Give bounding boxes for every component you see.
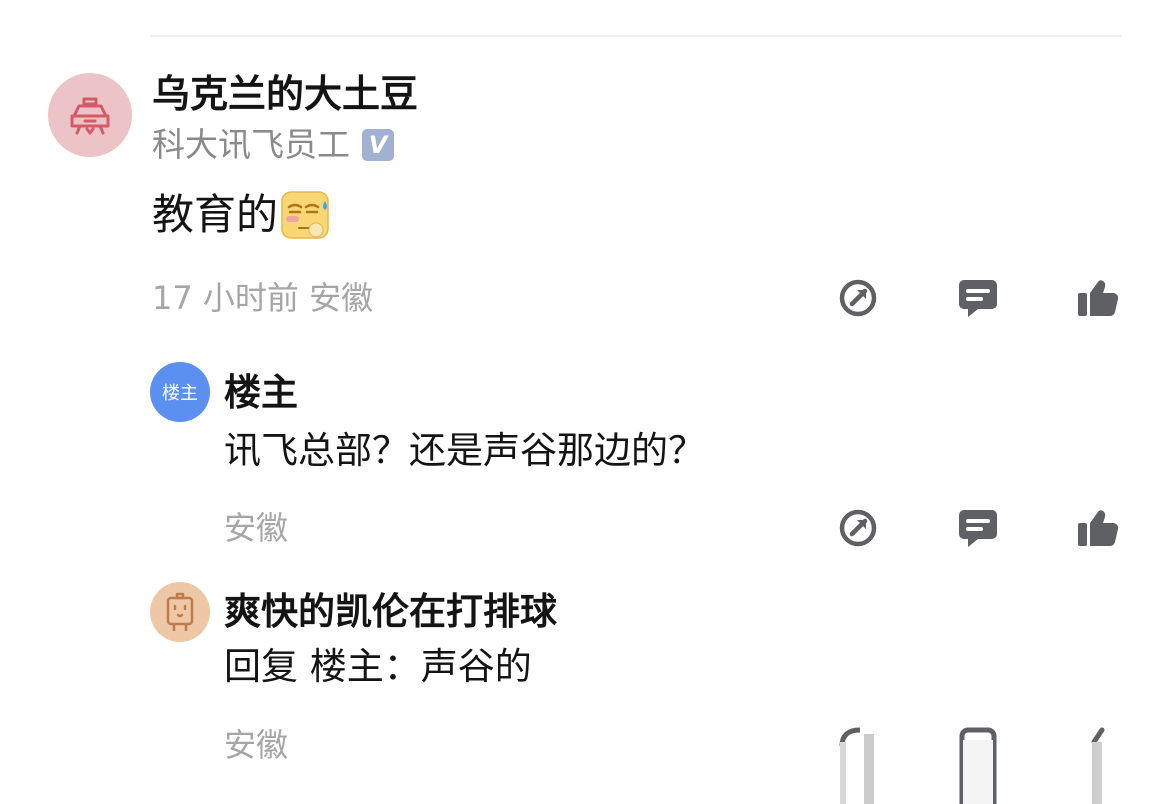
reply-comment-button[interactable]: [956, 726, 1000, 804]
reply-text: 讯飞总部？还是声谷那边的？: [224, 429, 705, 472]
comment-icon: [959, 280, 997, 317]
share-icon: [839, 727, 874, 804]
share-button[interactable]: [836, 276, 880, 320]
reply-meta: 安徽: [224, 726, 289, 764]
comment-text: 教育的: [152, 190, 279, 239]
host-avatar-label: 楼主: [162, 383, 198, 404]
character-icon: [166, 592, 194, 632]
reply-meta: 安徽: [224, 509, 289, 547]
reply-username[interactable]: 楼主: [224, 368, 298, 418]
reply-share-button[interactable]: [836, 506, 880, 550]
comment-icon: [959, 727, 997, 804]
top-divider: [150, 35, 1122, 37]
reply-share-button[interactable]: [836, 726, 880, 804]
car-icon: [70, 97, 110, 135]
reply-avatar[interactable]: [150, 582, 210, 642]
like-icon: [1091, 727, 1105, 804]
reply-username[interactable]: 爽快的凯伦在打排球: [224, 587, 557, 637]
share-icon: [839, 279, 877, 317]
reply-button[interactable]: [956, 276, 1000, 320]
reply-like-button[interactable]: [1076, 726, 1120, 804]
user-title-text: 科大讯飞员工: [152, 125, 350, 164]
reply-like-button[interactable]: [1076, 506, 1120, 550]
user-title: 科大讯飞员工 V: [152, 122, 394, 168]
comment-body: 教育的: [152, 186, 330, 244]
user-avatar[interactable]: [48, 73, 132, 157]
like-button[interactable]: [1076, 276, 1120, 320]
comment-meta: 17 小时前 安徽: [152, 279, 374, 317]
reply-text: 回复 楼主：声谷的: [224, 645, 532, 688]
comment-icon: [959, 510, 997, 547]
like-icon: [1078, 280, 1119, 317]
host-avatar[interactable]: 楼主: [150, 362, 210, 422]
reply-comment-button[interactable]: [956, 506, 1000, 550]
like-icon: [1078, 510, 1119, 547]
share-icon: [839, 509, 877, 547]
comment-username[interactable]: 乌克兰的大土豆: [152, 68, 418, 120]
verified-badge: V: [362, 129, 394, 161]
sweat-emoji-icon: [281, 191, 329, 239]
